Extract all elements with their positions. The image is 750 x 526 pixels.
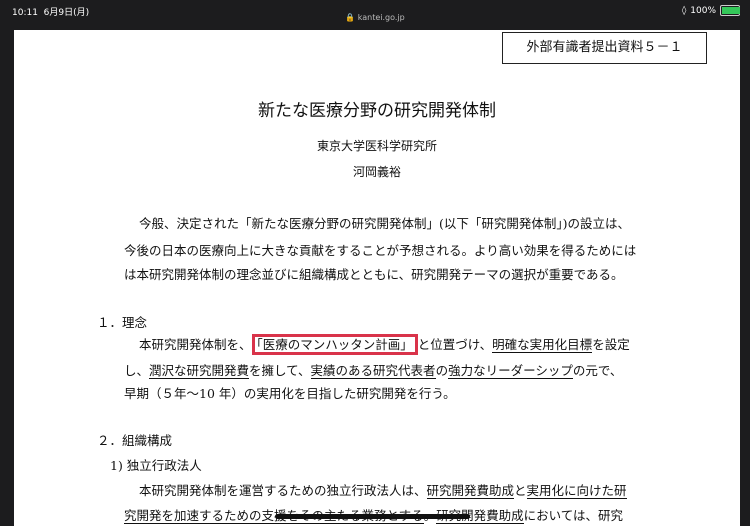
battery-text: 100% [690,5,716,16]
text-span: の [435,363,449,378]
section1-line-3: 早期（５年〜10 年）の実用化を目指した研究開発を行う。 [124,386,456,401]
section1-line-2: し、潤沢な研究開発費を擁して、実績のある研究代表者の強力なリーダーシップの元で、 [124,360,622,379]
section1-line-1: 本研究開発体制を、 「医療のマンハッタン計画」 と位置づけ、明確な実用化目標を設定 [139,334,630,355]
author: 河岡義裕 [352,165,401,179]
battery-icon [720,5,740,16]
intro-line-2: 今後の日本の医療向上に大きな貢献をすることが予想される。より高い効果を得るために… [124,243,637,258]
text-span: の元で、 [572,363,623,378]
intro-line-3: は本研究開発体制の理念並びに組織構成とともに、研究開発テーマの選択が重要である。 [124,267,624,282]
status-right: ◊ 100% [682,5,740,16]
underlined-text: 強力なリーダーシップ [448,363,573,379]
section2-sub: 1) 独立行政法人 [110,458,202,473]
url-text: kantei.go.jp [357,13,405,22]
text-span: と [514,483,527,498]
wifi-icon: ◊ [681,5,687,16]
home-indicator[interactable] [275,514,470,519]
section2-heading: ２．組織構成 [97,433,173,448]
affiliation: 東京大学医科学研究所 [316,139,437,153]
text-span: し、 [124,363,150,378]
status-bar: 10:11 6月9日(月) 🔒 kantei.go.jp ◊ 100% [0,0,750,30]
document-page[interactable]: 外部有識者提出資料５－１ 新たな医療分野の研究開発体制 東京大学医科学研究所 河… [14,30,740,526]
highlight-box: 「医療のマンハッタン計画」 [251,334,418,355]
document-title: 新たな医療分野の研究開発体制 [258,101,496,121]
document-label: 外部有識者提出資料５－１ [502,32,707,64]
text-span: を擁して、 [249,363,311,378]
battery-level [722,7,740,14]
section1-heading: １．理念 [97,315,148,330]
underlined-text: 研究開発費助成 [426,483,515,499]
text-span: 本研究開発体制を、 [139,337,252,352]
underlined-text: 実績のある研究代表者 [310,363,436,379]
text-span: においては、研究 [523,508,624,523]
text-span: と位置づけ、 [417,337,493,352]
underlined-text: 潤沢な研究開発費 [149,363,250,379]
lock-icon: 🔒 [345,13,356,22]
underlined-text: 明確な実用化目標 [492,337,593,353]
url-bar[interactable]: 🔒 kantei.go.jp [0,13,750,22]
underlined-text: 実用化に向けた研 [526,483,627,499]
text-span: を設定 [592,337,630,352]
intro-line-1: 今般、決定された「新たな医療分野の研究開発体制」(以下「研究開発体制」)の設立は… [139,216,631,231]
text-span: 本研究開発体制を運営するための独立行政法人は、 [139,483,427,498]
section2-line-1: 本研究開発体制を運営するための独立行政法人は、研究開発費助成と実用化に向けた研 [139,480,627,499]
